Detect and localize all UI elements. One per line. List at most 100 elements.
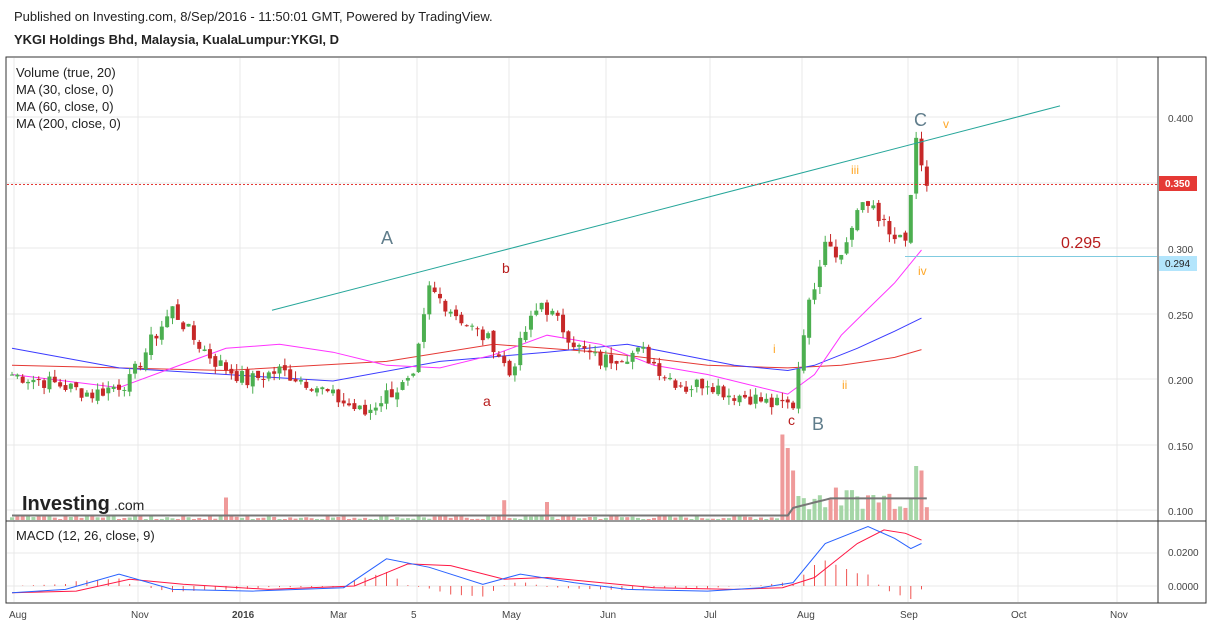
current-price-label: 0.350 — [1165, 179, 1190, 190]
candle-body — [389, 389, 394, 398]
volume-bar — [903, 507, 908, 520]
candle-body — [694, 379, 699, 387]
candle-body — [224, 362, 228, 371]
candle-body — [502, 356, 507, 364]
volume-bar — [304, 517, 309, 520]
volume-bar — [796, 496, 801, 520]
candle-body — [314, 388, 319, 393]
volume-bar — [860, 508, 865, 520]
volume-bar — [807, 509, 812, 520]
candle-body — [486, 333, 491, 339]
candle-body — [908, 194, 913, 243]
candle-body — [833, 246, 838, 258]
volume-bar — [405, 518, 410, 520]
ma200-line — [11, 343, 922, 372]
candle-body — [748, 396, 753, 405]
volume-bar — [58, 519, 63, 520]
volume-bar — [833, 487, 838, 520]
candle-body — [892, 234, 897, 240]
candle-body — [507, 360, 512, 376]
candle-body — [528, 315, 533, 330]
candle-body — [871, 205, 876, 209]
volume-bar — [721, 518, 726, 520]
volume-bar — [571, 516, 576, 520]
volume-bar — [486, 516, 491, 520]
volume-bar — [79, 517, 84, 520]
volume-bar — [389, 519, 394, 520]
volume-bar — [282, 519, 287, 520]
volume-bar — [780, 434, 785, 520]
candle-body — [459, 314, 464, 324]
time-axis: Aug Nov 2016 Mar 5 May Jun Jul Aug Sep O… — [9, 610, 1128, 621]
wave-label-A: A — [381, 228, 393, 248]
candle-body — [170, 306, 175, 319]
volume-bar — [785, 448, 790, 520]
candle-body — [127, 374, 132, 392]
candle-body — [705, 386, 710, 388]
volume-bar — [165, 517, 170, 520]
volume-bar — [823, 507, 828, 520]
candle-body — [887, 221, 892, 235]
candle-body — [186, 323, 191, 327]
volume-bar — [416, 516, 421, 520]
price-tick: 0.400 — [1168, 114, 1193, 125]
indicator-ma30[interactable]: MA (30, close, 0) — [16, 82, 114, 97]
candle-body — [309, 389, 314, 391]
trend-line[interactable] — [271, 105, 1061, 311]
volume-bar — [224, 497, 228, 520]
volume-bar — [475, 518, 480, 520]
candle-body — [721, 386, 726, 398]
candle-body — [272, 371, 277, 374]
candle-body — [10, 374, 14, 376]
candle-body — [470, 325, 475, 327]
candle-body — [561, 314, 566, 333]
volume-bar — [791, 470, 796, 520]
indicator-volume[interactable]: Volume (true, 20) — [16, 65, 116, 80]
candle-body — [36, 379, 41, 381]
volume-bar — [716, 519, 721, 520]
volume-bar — [138, 516, 143, 520]
candle-body — [416, 343, 421, 373]
candle-body — [373, 407, 378, 411]
candle-body — [122, 389, 127, 391]
volume-bar — [373, 519, 378, 520]
volume-bar — [748, 517, 753, 520]
logo-suffix: .com — [114, 497, 144, 513]
candle-body — [587, 350, 592, 353]
price-chart[interactable]: A B C a b c i ii iii iv v 0.295 Volume (… — [0, 0, 1211, 628]
volume-bar — [218, 516, 223, 520]
candle-body — [245, 369, 250, 386]
indicator-ma200[interactable]: MA (200, close, 0) — [16, 116, 121, 131]
volume-bar — [234, 516, 239, 520]
candle-body — [614, 361, 619, 364]
candle-body — [646, 346, 651, 364]
volume-bar — [298, 517, 303, 520]
volume-bar — [186, 517, 191, 520]
volume-bar — [432, 516, 437, 520]
candle-body — [464, 325, 469, 327]
candle-body — [678, 385, 683, 387]
volume-bar — [111, 516, 116, 520]
candle-body — [796, 368, 801, 409]
volume-bar — [528, 516, 533, 520]
candle-body — [384, 390, 389, 404]
candle-body — [855, 210, 860, 231]
candle-body — [79, 388, 84, 398]
candle-body — [58, 382, 63, 387]
candle-body — [812, 289, 817, 300]
volume-bar — [52, 517, 57, 520]
volume-bar — [839, 505, 844, 520]
candle-body — [635, 347, 640, 352]
volume-bar — [261, 517, 266, 520]
volume-bar — [769, 517, 774, 520]
indicator-macd[interactable]: MACD (12, 26, close, 9) — [16, 528, 155, 543]
candle-body — [352, 403, 357, 410]
candle-body — [480, 329, 485, 341]
indicator-ma60[interactable]: MA (60, close, 0) — [16, 99, 114, 114]
time-tick: Nov — [131, 610, 149, 621]
time-tick: Sep — [900, 610, 918, 621]
volume-bar — [545, 502, 549, 520]
volume-bar — [320, 519, 325, 520]
volume-bar — [625, 517, 630, 520]
time-tick: Aug — [797, 610, 815, 621]
